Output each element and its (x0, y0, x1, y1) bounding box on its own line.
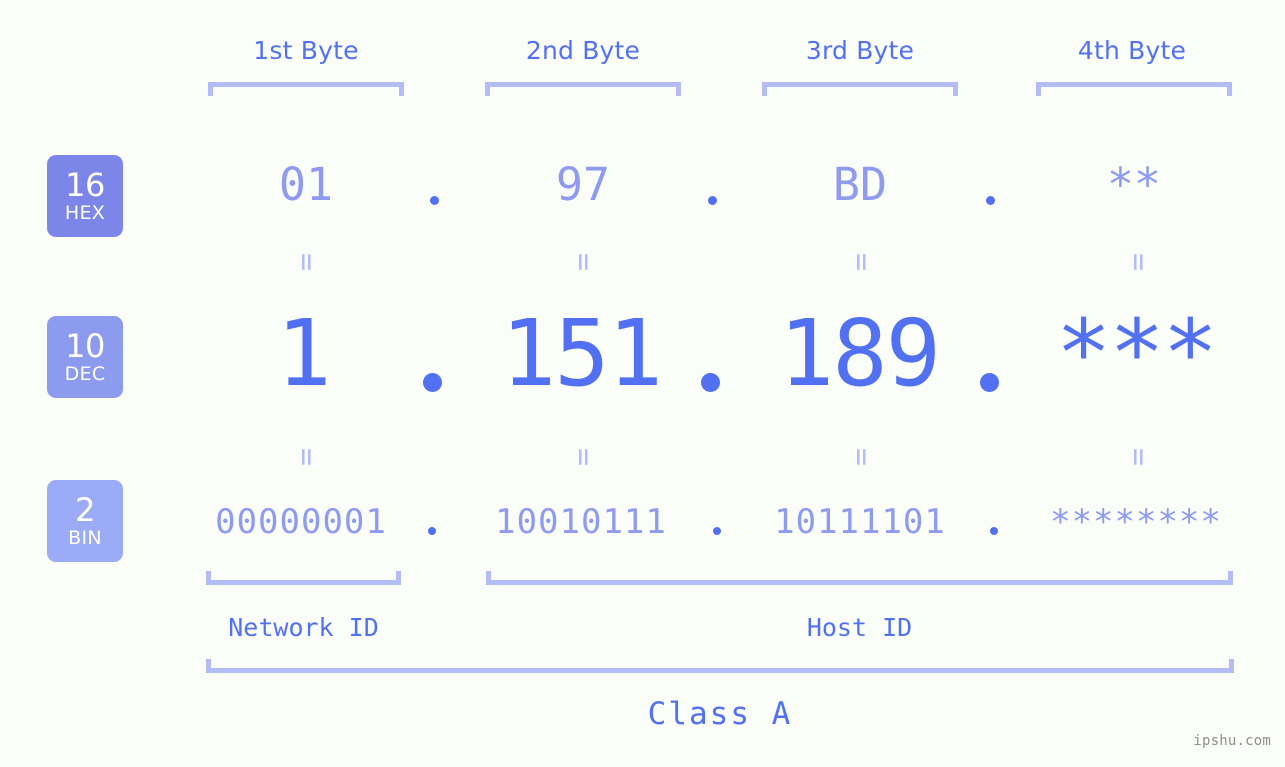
hex-byte-1: 01 (278, 158, 334, 211)
equals-connector-5: = (289, 447, 324, 467)
bracket-byte-3 (762, 82, 958, 96)
base-badge-dec-number: 10 (65, 327, 105, 365)
hex-separator-3 (986, 196, 995, 205)
dec-byte-3: 189 (778, 300, 941, 407)
label-network-id: Network ID (228, 613, 379, 642)
dec-byte-1: 1 (276, 300, 331, 407)
equals-connector-4: = (1121, 252, 1156, 272)
base-badge-bin: 2 BIN (47, 480, 123, 562)
byte-header-4: 4th Byte (1077, 36, 1187, 65)
hex-byte-4: ** (1106, 158, 1162, 211)
dec-separator-1 (423, 373, 442, 392)
base-badge-bin-name: BIN (68, 527, 102, 549)
bracket-byte-2 (485, 82, 681, 96)
dec-byte-2: 151 (500, 300, 663, 407)
equals-connector-3: = (844, 252, 879, 272)
equals-connector-6: = (566, 447, 601, 467)
bracket-class (206, 659, 1234, 673)
base-badge-bin-number: 2 (75, 491, 95, 529)
watermark: ipshu.com (1193, 733, 1271, 749)
base-badge-hex-number: 16 (65, 166, 105, 204)
label-class: Class A (647, 696, 793, 732)
bin-separator-3 (990, 527, 998, 535)
byte-header-2: 2nd Byte (525, 36, 641, 65)
label-host-id: Host ID (806, 613, 913, 642)
bin-byte-3: 10111101 (774, 502, 946, 542)
base-badge-hex-name: HEX (64, 202, 106, 224)
hex-separator-2 (708, 196, 717, 205)
hex-byte-3: BD (832, 158, 888, 211)
equals-connector-7: = (844, 447, 879, 467)
byte-header-1: 1st Byte (253, 36, 359, 65)
bin-byte-2: 10010111 (495, 502, 667, 542)
dec-byte-4: *** (1055, 300, 1218, 407)
bin-byte-1: 00000001 (215, 502, 387, 542)
base-badge-dec: 10 DEC (47, 316, 123, 398)
dec-separator-3 (980, 373, 999, 392)
byte-header-3: 3rd Byte (805, 36, 915, 65)
base-badge-dec-name: DEC (64, 363, 106, 385)
bracket-byte-4 (1036, 82, 1232, 96)
hex-byte-2: 97 (555, 158, 611, 211)
equals-connector-8: = (1121, 447, 1156, 467)
hex-separator-1 (430, 196, 439, 205)
bracket-network-id (206, 571, 401, 585)
equals-connector-2: = (566, 252, 601, 272)
bin-separator-1 (428, 527, 436, 535)
base-badge-hex: 16 HEX (47, 155, 123, 237)
bin-separator-2 (713, 527, 721, 535)
bracket-host-id (486, 571, 1233, 585)
bracket-byte-1 (208, 82, 404, 96)
ip-breakdown-diagram: 1st Byte 2nd Byte 3rd Byte 4th Byte 16 H… (0, 0, 1285, 767)
dec-separator-2 (701, 373, 720, 392)
bin-byte-4: ******** (1050, 502, 1222, 542)
equals-connector-1: = (289, 252, 324, 272)
